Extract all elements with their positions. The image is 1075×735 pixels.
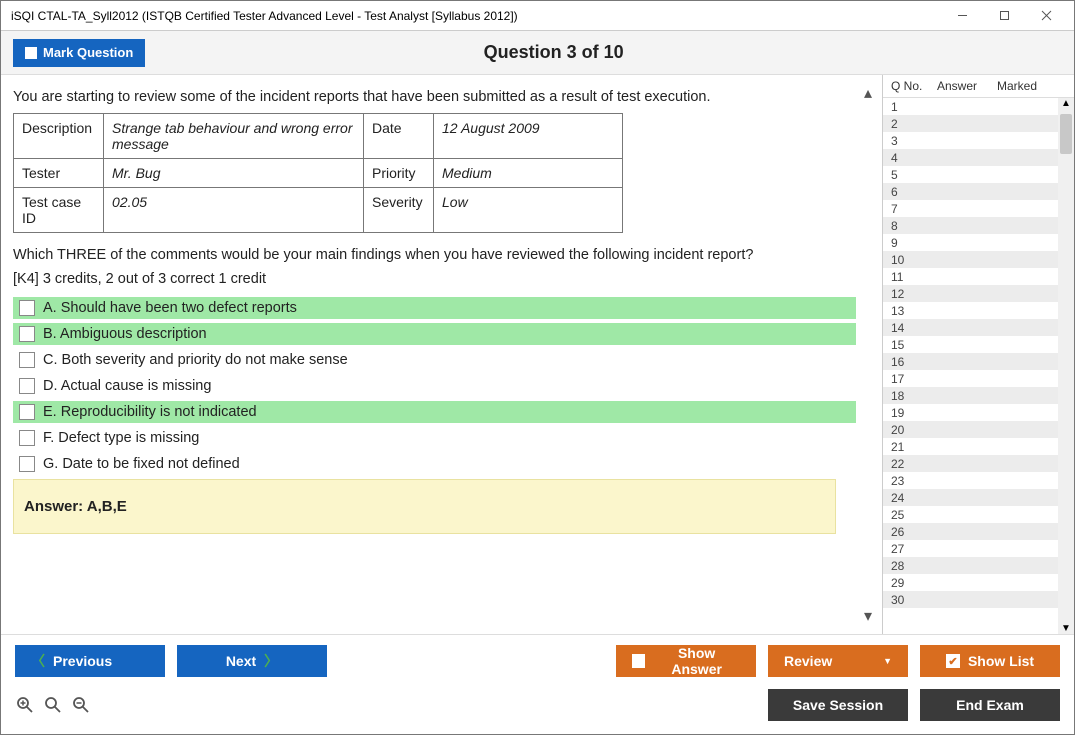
next-button[interactable]: Next 〉 [177, 645, 327, 677]
previous-button[interactable]: 〈 Previous [15, 645, 165, 677]
question-list-row[interactable]: 2 [883, 115, 1074, 132]
checkbox-checked-icon: ✔ [946, 654, 960, 668]
minimize-button[interactable] [942, 4, 982, 28]
answer-option[interactable]: C. Both severity and priority do not mak… [13, 349, 856, 371]
question-intro: You are starting to review some of the i… [13, 89, 856, 105]
question-list-row[interactable]: 7 [883, 200, 1074, 217]
mark-question-label: Mark Question [43, 45, 133, 60]
question-list-row[interactable]: 17 [883, 370, 1074, 387]
zoom-in-icon[interactable] [43, 695, 63, 715]
checkbox-icon [632, 654, 645, 668]
zoom-controls [15, 695, 91, 715]
question-list-row[interactable]: 27 [883, 540, 1074, 557]
question-list-row[interactable]: 13 [883, 302, 1074, 319]
options-list: A. Should have been two defect reports B.… [13, 297, 856, 475]
question-list-row[interactable]: 19 [883, 404, 1074, 421]
answer-option[interactable]: B. Ambiguous description [13, 323, 856, 345]
zoom-out-icon[interactable] [71, 695, 91, 715]
option-text: E. Reproducibility is not indicated [43, 404, 257, 420]
window-title: iSQI CTAL-TA_Syll2012 (ISTQB Certified T… [11, 9, 518, 23]
zoom-reset-icon[interactable] [15, 695, 35, 715]
answer-box: Answer: A,B,E [13, 479, 836, 534]
question-list-row[interactable]: 29 [883, 574, 1074, 591]
topbar: Mark Question Question 3 of 10 [1, 31, 1074, 75]
col-qno: Q No. [891, 79, 937, 93]
question-list-panel: Q No. Answer Marked 12345678910111213141… [882, 75, 1074, 634]
option-text: F. Defect type is missing [43, 430, 199, 446]
question-list-row[interactable]: 4 [883, 149, 1074, 166]
question-list-row[interactable]: 8 [883, 217, 1074, 234]
option-text: B. Ambiguous description [43, 326, 207, 342]
chevron-right-icon: 〉 [264, 651, 278, 671]
question-list-row[interactable]: 10 [883, 251, 1074, 268]
answer-option[interactable]: D. Actual cause is missing [13, 375, 856, 397]
question-panel: ▴ You are starting to review some of the… [1, 75, 882, 634]
mark-question-button[interactable]: Mark Question [13, 39, 145, 67]
col-answer: Answer [937, 79, 997, 93]
question-list-row[interactable]: 22 [883, 455, 1074, 472]
incident-table: Description Strange tab behaviour and wr… [13, 113, 623, 233]
question-list-row[interactable]: 16 [883, 353, 1074, 370]
answer-option[interactable]: G. Date to be fixed not defined [13, 453, 856, 475]
scrollbar-thumb[interactable] [1060, 114, 1072, 154]
question-list-row[interactable]: 18 [883, 387, 1074, 404]
scroll-up-arrow-icon[interactable]: ▲ [1061, 98, 1071, 109]
question-list-row[interactable]: 11 [883, 268, 1074, 285]
checkbox-icon [25, 47, 37, 59]
scroll-down-icon[interactable]: ▾ [860, 608, 876, 624]
chevron-left-icon: 〈 [31, 651, 45, 671]
question-list-row[interactable]: 26 [883, 523, 1074, 540]
question-list-row[interactable]: 5 [883, 166, 1074, 183]
question-list-row[interactable]: 9 [883, 234, 1074, 251]
option-checkbox[interactable] [19, 456, 35, 472]
option-checkbox[interactable] [19, 300, 35, 316]
question-list-row[interactable]: 3 [883, 132, 1074, 149]
answer-option[interactable]: A. Should have been two defect reports [13, 297, 856, 319]
option-checkbox[interactable] [19, 326, 35, 342]
question-list-row[interactable]: 30 [883, 591, 1074, 608]
scroll-down-arrow-icon[interactable]: ▼ [1061, 623, 1071, 634]
review-button[interactable]: Review ▼ [768, 645, 908, 677]
question-list-row[interactable]: 24 [883, 489, 1074, 506]
question-list-row[interactable]: 28 [883, 557, 1074, 574]
question-list-row[interactable]: 6 [883, 183, 1074, 200]
chevron-down-icon: ▼ [883, 656, 892, 666]
titlebar: iSQI CTAL-TA_Syll2012 (ISTQB Certified T… [1, 1, 1074, 31]
option-text: G. Date to be fixed not defined [43, 456, 240, 472]
question-list-row[interactable]: 20 [883, 421, 1074, 438]
close-button[interactable] [1026, 4, 1066, 28]
question-list-scrollbar[interactable]: ▲ ▼ [1058, 98, 1074, 634]
answer-option[interactable]: E. Reproducibility is not indicated [13, 401, 856, 423]
question-list-row[interactable]: 14 [883, 319, 1074, 336]
question-list-row[interactable]: 15 [883, 336, 1074, 353]
window-controls [942, 4, 1066, 28]
question-list-row[interactable]: 1 [883, 98, 1074, 115]
option-text: A. Should have been two defect reports [43, 300, 297, 316]
option-checkbox[interactable] [19, 430, 35, 446]
question-scoring: [K4] 3 credits, 2 out of 3 correct 1 cre… [13, 271, 856, 287]
question-list-header: Q No. Answer Marked [883, 75, 1074, 97]
answer-option[interactable]: F. Defect type is missing [13, 427, 856, 449]
maximize-button[interactable] [984, 4, 1024, 28]
scroll-up-icon[interactable]: ▴ [860, 85, 876, 101]
show-list-button[interactable]: ✔ Show List [920, 645, 1060, 677]
question-list-row[interactable]: 25 [883, 506, 1074, 523]
question-list-row[interactable]: 21 [883, 438, 1074, 455]
end-exam-button[interactable]: End Exam [920, 689, 1060, 721]
option-checkbox[interactable] [19, 352, 35, 368]
save-session-button[interactable]: Save Session [768, 689, 908, 721]
option-text: C. Both severity and priority do not mak… [43, 352, 348, 368]
footer: 〈 Previous Next 〉 Show Answer Review ▼ ✔… [1, 634, 1074, 734]
show-answer-button[interactable]: Show Answer [616, 645, 756, 677]
question-counter: Question 3 of 10 [145, 42, 1062, 63]
option-checkbox[interactable] [19, 404, 35, 420]
question-list-row[interactable]: 23 [883, 472, 1074, 489]
option-checkbox[interactable] [19, 378, 35, 394]
question-list-row[interactable]: 12 [883, 285, 1074, 302]
option-text: D. Actual cause is missing [43, 378, 211, 394]
question-prompt: Which THREE of the comments would be you… [13, 247, 856, 263]
col-marked: Marked [997, 79, 1070, 93]
